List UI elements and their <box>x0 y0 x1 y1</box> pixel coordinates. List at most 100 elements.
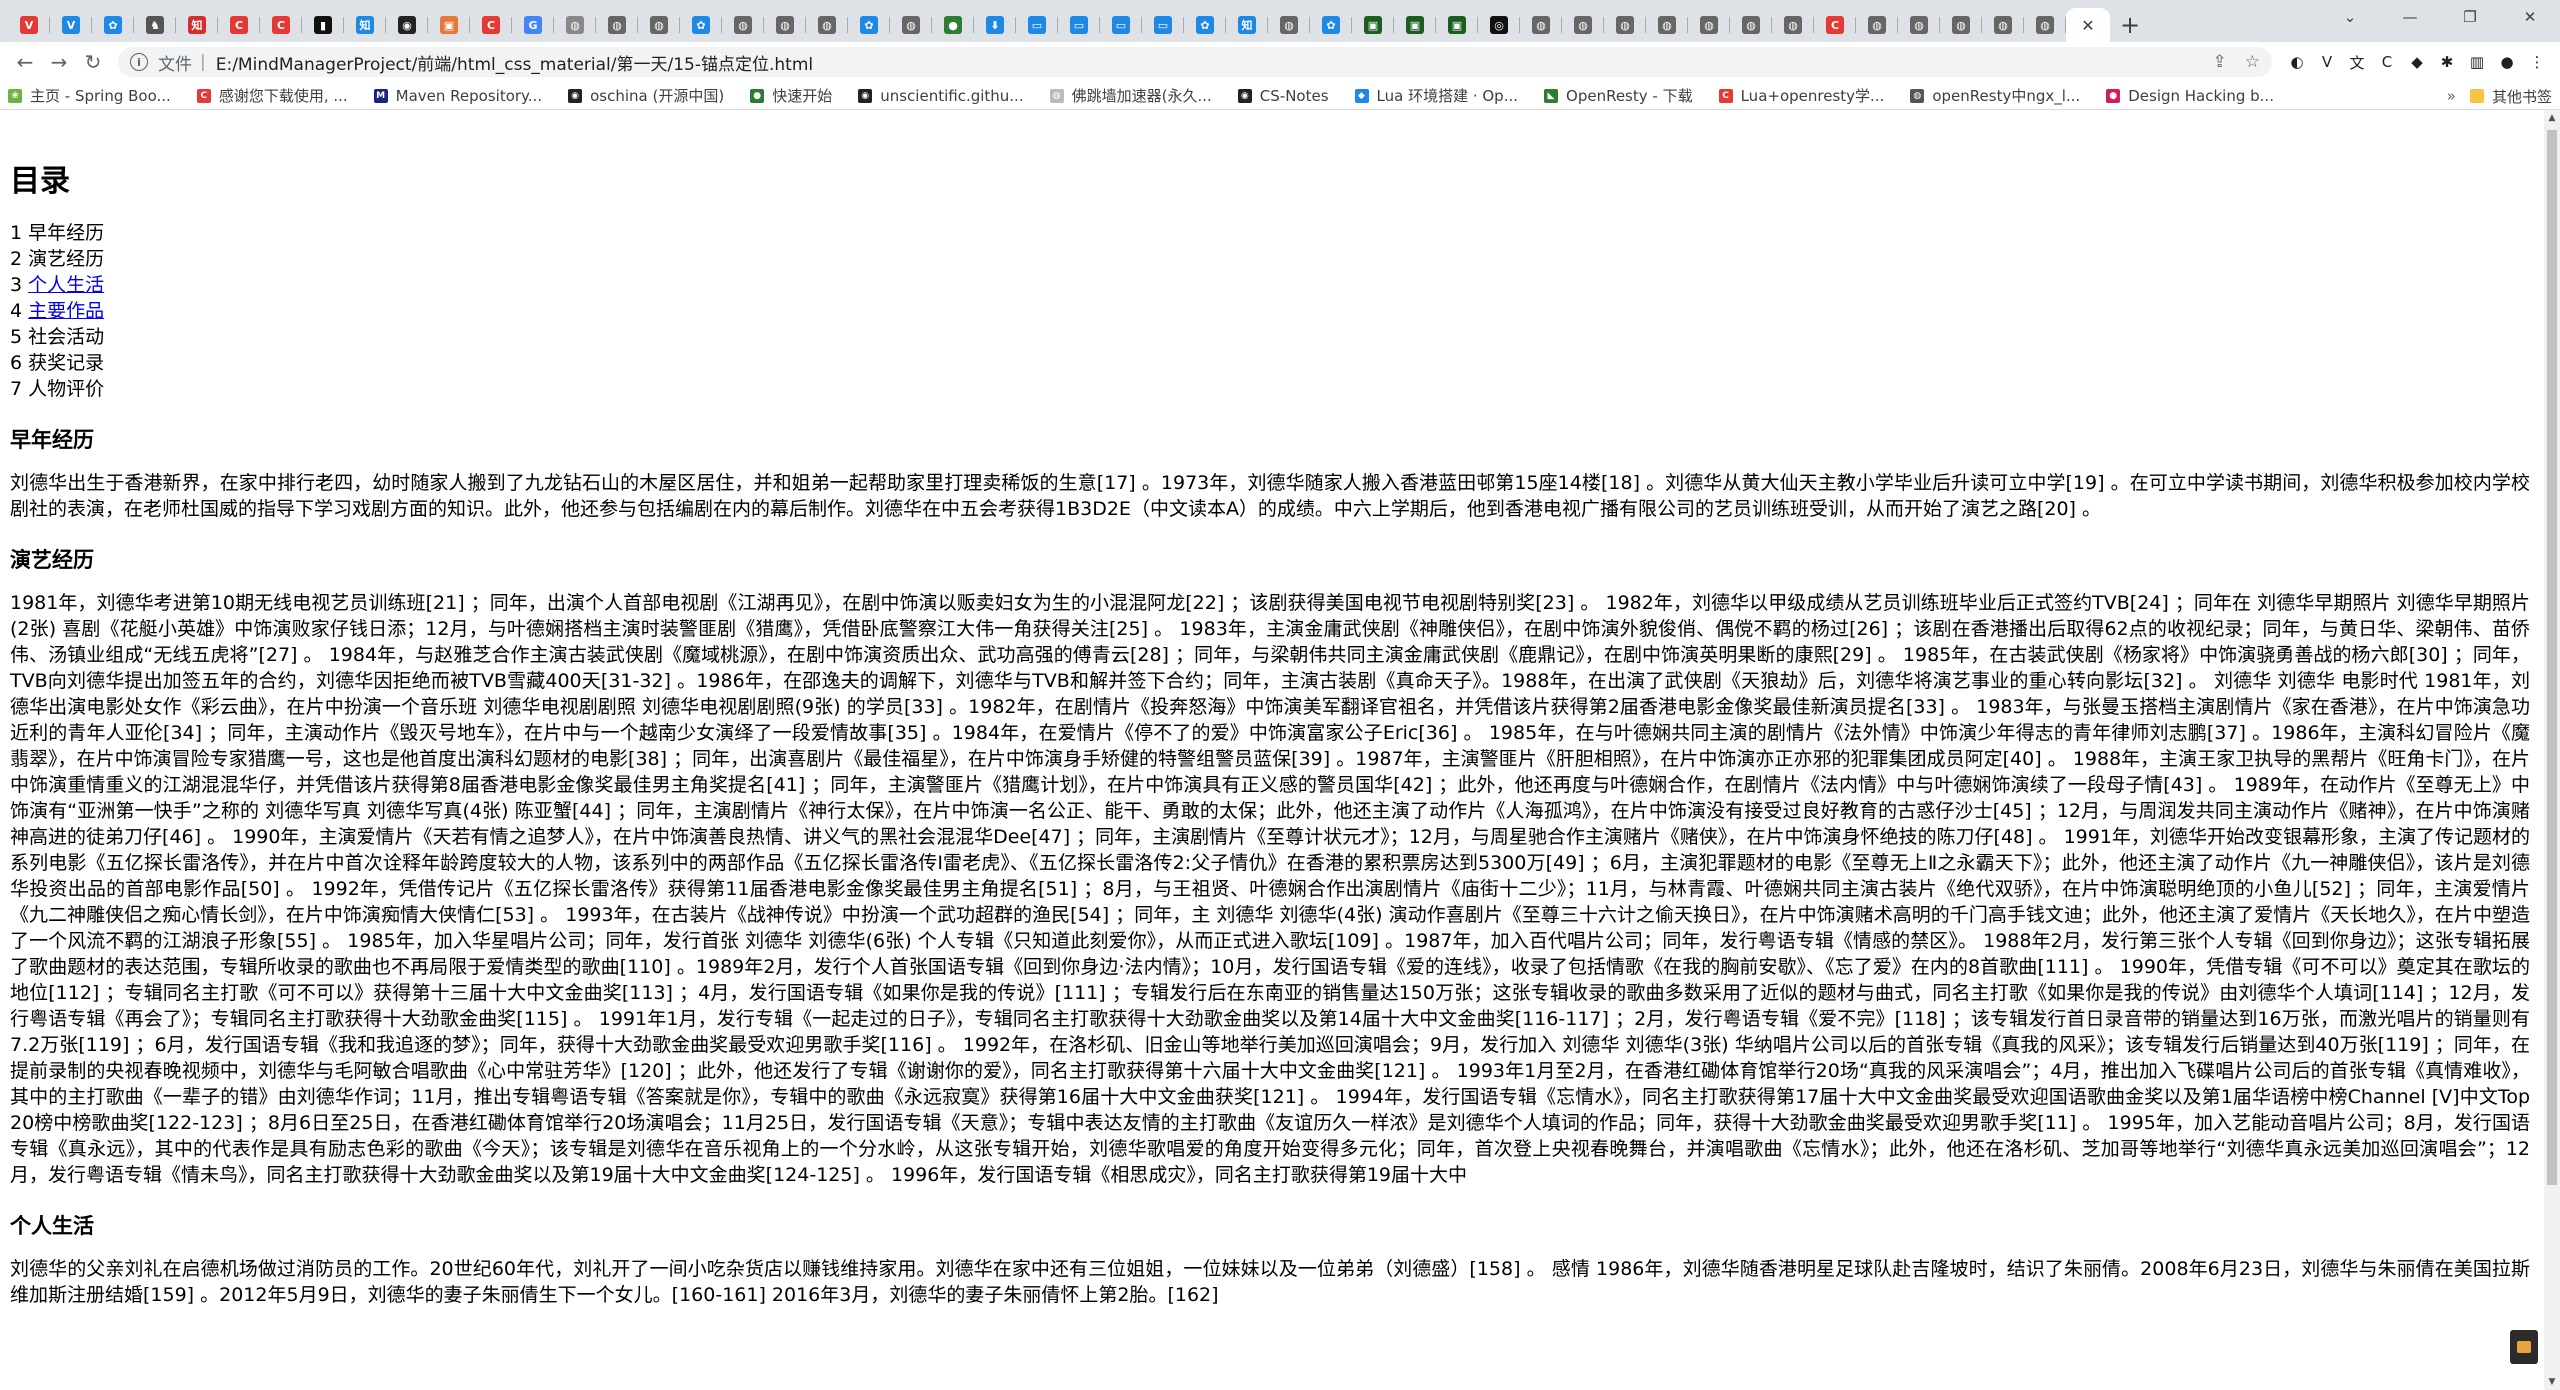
browser-tab[interactable]: G <box>512 8 554 42</box>
browser-tab[interactable]: ◍ <box>1268 8 1310 42</box>
site-info-icon[interactable]: i <box>130 53 148 71</box>
reload-button[interactable]: ↻ <box>76 45 110 79</box>
browser-tab[interactable]: ◍ <box>2024 8 2066 42</box>
tab-favicon-icon: ◍ <box>1700 16 1718 34</box>
browser-tab[interactable]: 知 <box>1226 8 1268 42</box>
browser-tab[interactable]: 知 <box>344 8 386 42</box>
toc-item[interactable]: 3 个人生活 <box>10 272 2530 298</box>
back-button[interactable]: ← <box>8 45 42 79</box>
bookmark-item[interactable]: ◉ oschina (开源中国) <box>568 85 724 106</box>
bookmark-star-icon[interactable]: ☆ <box>2245 52 2260 72</box>
browser-tab[interactable]: C <box>470 8 512 42</box>
close-window-icon[interactable]: ✕ <box>2500 0 2560 34</box>
browser-tab[interactable]: ✿ <box>1184 8 1226 42</box>
extension-icon[interactable]: C <box>2372 47 2402 77</box>
browser-tab[interactable]: ▭ <box>1058 8 1100 42</box>
extension-icon[interactable]: ▥ <box>2462 47 2492 77</box>
bookmark-item[interactable]: ● Design Hacking b... <box>2106 85 2274 106</box>
browser-tab[interactable]: ✿ <box>680 8 722 42</box>
browser-tab[interactable]: ◎ <box>1478 8 1520 42</box>
bookmark-favicon-icon: ◉ <box>858 88 873 103</box>
forward-button[interactable]: → <box>42 45 76 79</box>
extension-icon[interactable]: ⋮ <box>2522 47 2552 77</box>
bookmark-item[interactable]: ◍ 佛跳墙加速器(永久... <box>1049 85 1212 106</box>
browser-tab[interactable]: ◍ <box>554 8 596 42</box>
minimize-icon[interactable]: — <box>2380 0 2440 34</box>
bookmark-item[interactable]: ◍ openResty中ngx_l... <box>1910 85 2080 106</box>
browser-tab[interactable]: ◍ <box>1940 8 1982 42</box>
browser-tab[interactable]: ▣ <box>428 8 470 42</box>
extension-icon[interactable]: ● <box>2492 47 2522 77</box>
page-scrollbar[interactable]: ▲ ▼ <box>2544 110 2560 1390</box>
browser-tab[interactable]: ▣ <box>1436 8 1478 42</box>
scroll-down-arrow-icon[interactable]: ▼ <box>2544 1374 2560 1390</box>
browser-tab[interactable]: ◍ <box>1730 8 1772 42</box>
bookmark-item[interactable]: ◆ Lua 环境搭建 · Op... <box>1354 85 1518 106</box>
bookmark-item[interactable]: M Maven Repository... <box>373 85 542 106</box>
share-icon[interactable]: ⇪ <box>2213 52 2227 72</box>
browser-tab[interactable]: ▮ <box>302 8 344 42</box>
bookmark-item[interactable]: ◉ CS-Notes <box>1237 85 1329 106</box>
browser-tab[interactable]: ◍ <box>1856 8 1898 42</box>
browser-tab[interactable]: ◍ <box>1898 8 1940 42</box>
browser-tab[interactable]: ◍ <box>764 8 806 42</box>
browser-tab[interactable]: C <box>1814 8 1856 42</box>
browser-tab[interactable]: ◍ <box>1688 8 1730 42</box>
scroll-up-arrow-icon[interactable]: ▲ <box>2544 110 2560 126</box>
browser-tab[interactable]: ◍ <box>890 8 932 42</box>
browser-tab[interactable]: ◍ <box>1604 8 1646 42</box>
bookmark-item[interactable]: ◉ unscientific.githu... <box>858 85 1024 106</box>
tab-favicon-icon: ◍ <box>902 16 920 34</box>
active-tab[interactable]: ✕ <box>2066 8 2110 42</box>
more-bookmarks-button[interactable]: » <box>2447 87 2456 105</box>
browser-tab[interactable]: ✿ <box>1310 8 1352 42</box>
floating-widget-button[interactable] <box>2510 1330 2538 1364</box>
browser-tab[interactable]: ◍ <box>1520 8 1562 42</box>
browser-tab[interactable]: ◍ <box>722 8 764 42</box>
new-tab-button[interactable]: + <box>2110 8 2150 42</box>
address-bar[interactable]: i 文件 | E:/MindManagerProject/前端/html_css… <box>118 47 2272 77</box>
extension-icon[interactable]: 文 <box>2342 47 2372 77</box>
extension-icon[interactable]: ◆ <box>2402 47 2432 77</box>
toc-link[interactable]: 个人生活 <box>28 274 104 296</box>
browser-tab[interactable]: C <box>218 8 260 42</box>
browser-tab[interactable]: ▭ <box>1016 8 1058 42</box>
bookmark-item[interactable]: ◣ OpenResty - 下载 <box>1544 85 1693 106</box>
extension-icon[interactable]: ◐ <box>2282 47 2312 77</box>
browser-tab[interactable]: ▭ <box>1100 8 1142 42</box>
browser-tab[interactable]: ◍ <box>596 8 638 42</box>
browser-tab[interactable]: ◍ <box>1562 8 1604 42</box>
browser-tab[interactable]: ● <box>932 8 974 42</box>
browser-tab[interactable]: ◍ <box>1772 8 1814 42</box>
url-text[interactable]: E:/MindManagerProject/前端/html_css_materi… <box>216 50 2195 75</box>
bookmark-item[interactable]: C Lua+openresty学... <box>1718 85 1884 106</box>
browser-tab[interactable]: V <box>8 8 50 42</box>
browser-tab[interactable]: ◍ <box>1646 8 1688 42</box>
browser-tab[interactable]: ⬇ <box>974 8 1016 42</box>
browser-tab[interactable]: ◍ <box>806 8 848 42</box>
toc-item[interactable]: 4 主要作品 <box>10 298 2530 324</box>
bookmark-item[interactable]: ● 快速开始 <box>750 85 832 106</box>
browser-tab[interactable]: ◍ <box>638 8 680 42</box>
scrollbar-thumb[interactable] <box>2547 130 2557 1185</box>
browser-tab[interactable]: ◉ <box>386 8 428 42</box>
browser-tab[interactable]: ▣ <box>1352 8 1394 42</box>
browser-tab[interactable]: C <box>260 8 302 42</box>
tab-close-icon[interactable]: ✕ <box>2081 16 2094 35</box>
browser-tab[interactable]: ♞ <box>134 8 176 42</box>
browser-tab[interactable]: ✿ <box>848 8 890 42</box>
bookmark-item[interactable]: C 感谢您下载使用, ... <box>196 85 348 106</box>
bookmark-item[interactable]: ❀ 主页 - Spring Boo... <box>8 85 171 106</box>
tab-search-icon[interactable]: ⌄ <box>2320 0 2380 34</box>
extension-icon[interactable]: ✱ <box>2432 47 2462 77</box>
browser-tab[interactable]: V <box>50 8 92 42</box>
browser-tab[interactable]: ✿ <box>92 8 134 42</box>
browser-tab[interactable]: ◍ <box>1982 8 2024 42</box>
maximize-icon[interactable]: ❐ <box>2440 0 2500 34</box>
browser-tab[interactable]: 知 <box>176 8 218 42</box>
browser-tab[interactable]: ▭ <box>1142 8 1184 42</box>
other-bookmarks-folder[interactable]: 其他书签 <box>2469 86 2552 107</box>
browser-tab[interactable]: ▣ <box>1394 8 1436 42</box>
toc-link[interactable]: 主要作品 <box>28 300 104 322</box>
extension-icon[interactable]: V <box>2312 47 2342 77</box>
